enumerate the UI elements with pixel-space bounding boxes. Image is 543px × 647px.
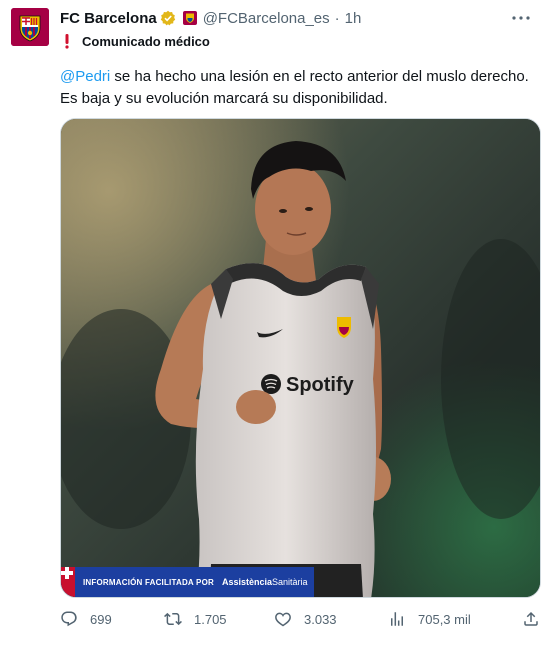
label-text: Comunicado médico <box>82 33 210 49</box>
jersey-sponsor-text: Spotify <box>286 374 355 396</box>
banner-brand-bold: Assistència <box>221 577 273 587</box>
tweet-body: se ha hecho una lesión en el recto anter… <box>60 68 529 107</box>
reply-count: 699 <box>90 611 112 627</box>
reply-icon <box>61 611 77 627</box>
more-options-icon[interactable] <box>511 9 531 27</box>
info-banner: INFORMACIÓN FACILITADA POR Assistència Sa… <box>61 567 314 597</box>
views-chart-icon <box>391 612 403 626</box>
author-handle[interactable]: @FCBarcelona_es <box>203 10 330 27</box>
like-button[interactable]: 3.033 <box>274 608 337 630</box>
banner-brand-light: Sanitària <box>272 577 308 587</box>
affiliation-badge-icon[interactable] <box>182 11 197 25</box>
views-button[interactable]: 705,3 mil <box>388 608 471 630</box>
mention-link[interactable]: @Pedri <box>60 68 110 85</box>
player-photo-image: Spotify <box>61 119 540 597</box>
verified-gold-badge-icon <box>160 10 176 26</box>
repost-count: 1.705 <box>194 611 227 627</box>
avatar[interactable] <box>11 8 49 46</box>
views-count: 705,3 mil <box>418 611 471 627</box>
timestamp[interactable]: 1h <box>345 10 362 27</box>
author-name[interactable]: FC Barcelona <box>60 10 157 27</box>
heart-icon <box>275 612 291 627</box>
tweet-text: @Pedri se ha hecho una lesión en el rect… <box>60 66 530 110</box>
share-button[interactable] <box>522 608 540 630</box>
medical-cross-icon <box>61 567 73 579</box>
tweet-media-photo[interactable]: Spotify INFORMACIÓN FACILITADA POR Assis… <box>60 118 541 598</box>
like-count: 3.033 <box>304 611 337 627</box>
banner-text: INFORMACIÓN FACILITADA POR <box>83 577 214 587</box>
tweet-header: FC Barcelona @FCBarcelona_es · 1h <box>60 8 361 28</box>
separator-dot: · <box>334 9 340 27</box>
action-bar: 699 1.705 3.033 705,3 mil <box>60 608 538 630</box>
repost-icon <box>164 612 182 626</box>
banner-brand: Assistència Sanitària <box>61 567 308 587</box>
reply-button[interactable]: 699 <box>60 608 112 630</box>
tweet[interactable]: FC Barcelona @FCBarcelona_es · 1h Comuni… <box>0 0 543 647</box>
repost-button[interactable]: 1.705 <box>164 608 227 630</box>
exclamation-icon <box>60 33 74 49</box>
fcb-crest-icon <box>11 8 49 46</box>
tweet-label: Comunicado médico <box>60 32 210 50</box>
share-icon <box>524 611 538 626</box>
